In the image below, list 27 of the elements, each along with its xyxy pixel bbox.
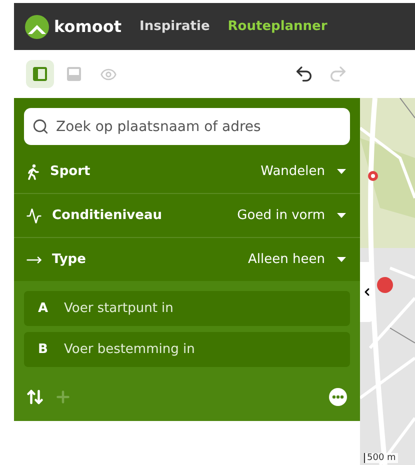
sidebar-icon bbox=[32, 66, 48, 82]
view-button[interactable] bbox=[26, 60, 54, 88]
undo-button[interactable] bbox=[294, 64, 314, 84]
pulse-icon bbox=[26, 208, 42, 224]
caret-icon bbox=[337, 213, 346, 218]
setting-label: Type bbox=[52, 252, 87, 267]
search-field[interactable]: Zoek op plaatsnaam of adres bbox=[24, 108, 350, 145]
waypoint-letter: A bbox=[38, 301, 48, 316]
nav-link[interactable]: Routeplanner bbox=[228, 19, 328, 34]
logo-text: komoot bbox=[54, 17, 122, 36]
waypoint-letter: B bbox=[38, 342, 48, 357]
setting-label: Conditieniveau bbox=[52, 208, 164, 223]
caret-icon bbox=[337, 169, 346, 174]
scale-label: 500 m bbox=[364, 453, 398, 463]
caret-icon bbox=[337, 257, 346, 262]
setting-dropdown[interactable]: Alleen heen bbox=[248, 252, 346, 267]
hiker-icon bbox=[26, 164, 40, 180]
bottom-panel-icon bbox=[66, 66, 82, 82]
setting-dropdown[interactable]: Goed in vorm bbox=[237, 208, 346, 223]
logo-icon bbox=[24, 14, 50, 40]
swap-button[interactable] bbox=[26, 388, 44, 406]
collapse-panel-button[interactable] bbox=[360, 262, 373, 322]
setting-label: Sport bbox=[50, 164, 92, 179]
nav-link[interactable]: Inspiratie bbox=[140, 19, 210, 34]
more-button[interactable] bbox=[328, 387, 348, 407]
search-icon bbox=[32, 118, 49, 135]
setting-dropdown[interactable]: Wandelen bbox=[260, 164, 346, 179]
